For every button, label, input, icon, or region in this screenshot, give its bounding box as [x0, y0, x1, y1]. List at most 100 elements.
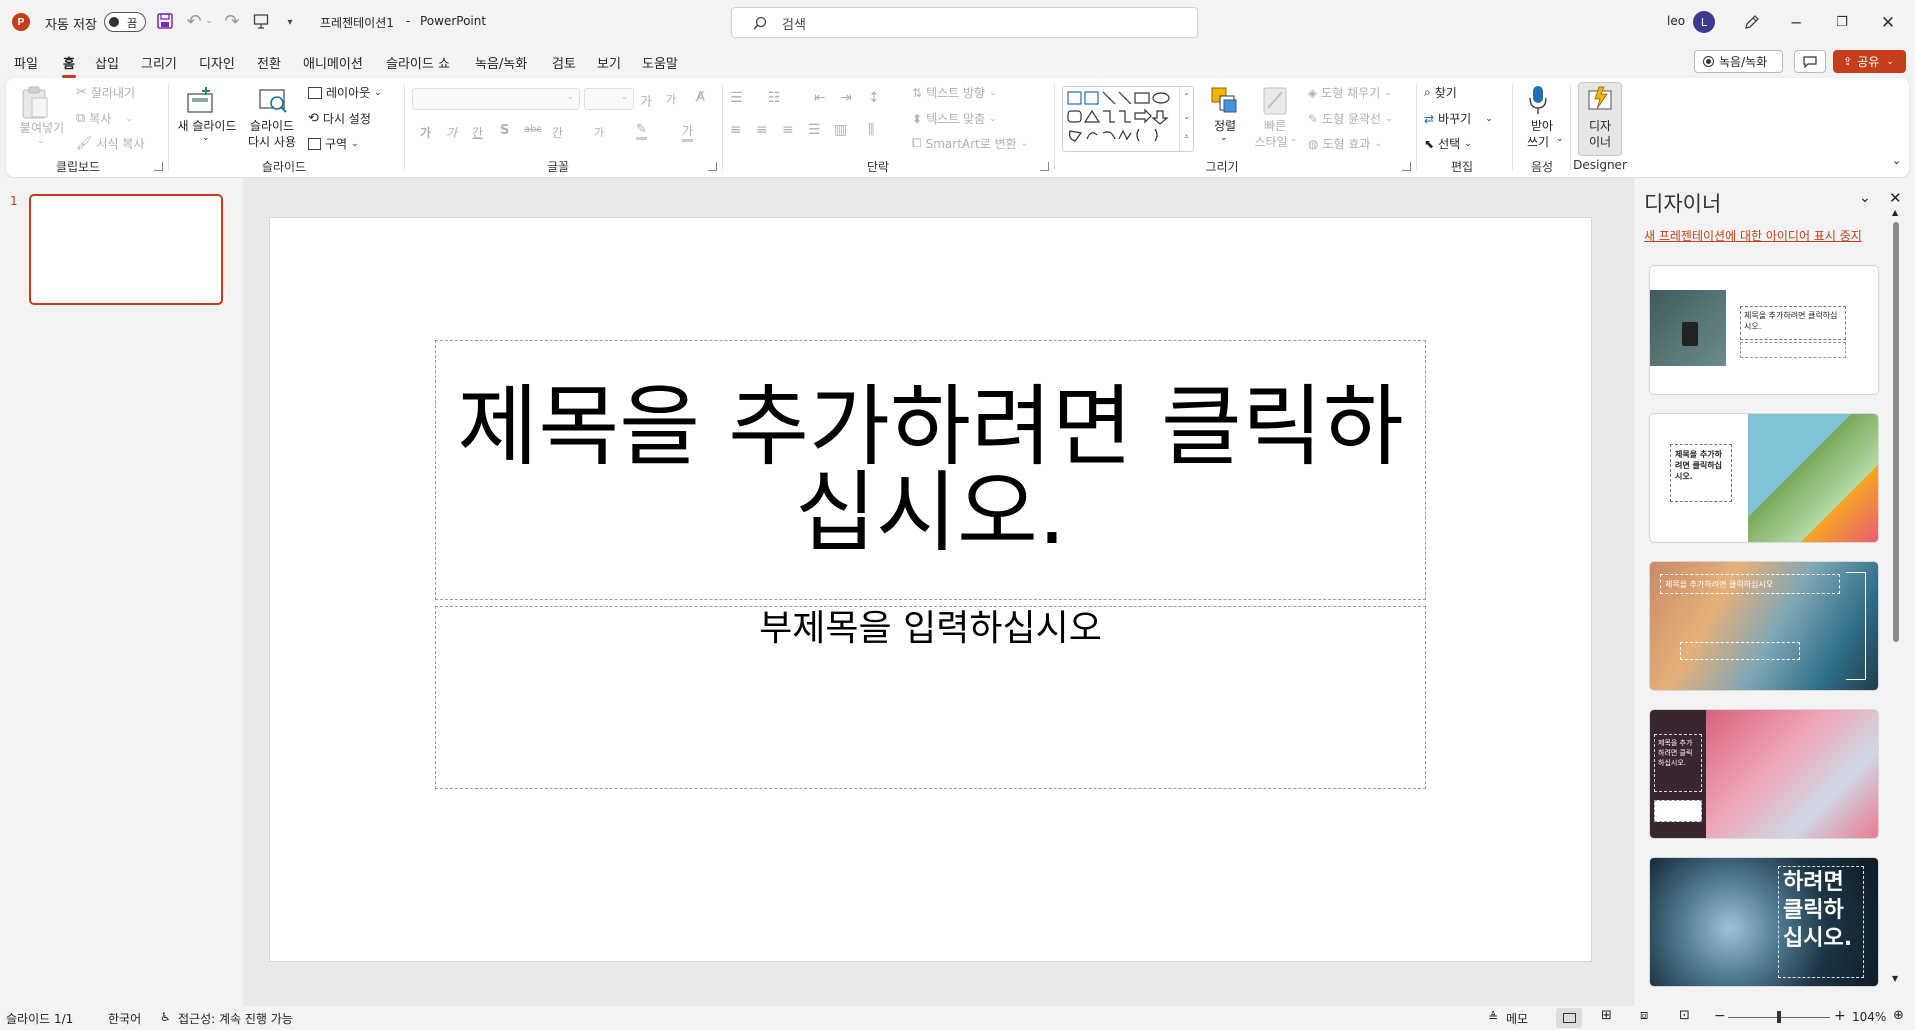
paragraph-launcher-icon[interactable] — [1040, 162, 1049, 171]
zoom-slider-thumb[interactable] — [1777, 1011, 1781, 1023]
cut-button[interactable]: ✂ 잘라내기 — [76, 84, 135, 101]
line-spacing-icon[interactable]: ↕ — [868, 90, 880, 106]
user-name[interactable]: leo — [1667, 14, 1685, 28]
highlight-icon[interactable]: ✎ — [636, 122, 647, 140]
accessibility-status[interactable]: 접근성: 계속 진행 가능 — [178, 1010, 293, 1027]
scroll-up-icon[interactable]: ▲ — [1892, 208, 1898, 217]
underline-button[interactable]: 간 — [472, 124, 483, 141]
format-painter-button[interactable]: 🖌 서식 복사 — [76, 135, 145, 152]
font-name-select[interactable]: ⌄ — [412, 88, 580, 110]
zoom-in-icon[interactable]: + — [1834, 1008, 1846, 1024]
bold-button[interactable]: 가 — [420, 124, 431, 141]
design-idea-4[interactable]: 제목을 추가하려면 클릭하십시오. — [1650, 710, 1878, 838]
clipboard-launcher-icon[interactable] — [154, 162, 163, 171]
align-center-icon[interactable]: ≡ — [756, 122, 768, 138]
increase-indent-icon[interactable]: ⇥ — [840, 90, 852, 106]
close-button[interactable]: ✕ — [1865, 0, 1911, 45]
bullets-icon[interactable]: ☰ — [730, 90, 743, 106]
smartart-button[interactable]: ⧠ SmartArt로 변환 ⌄ — [912, 135, 1028, 152]
stop-ideas-link[interactable]: 새 프레젠테이션에 대한 아이디어 표시 중지 — [1644, 227, 1862, 244]
shape-effects-button[interactable]: ◍ 도형 효과 ⌄ — [1308, 135, 1382, 152]
avatar[interactable]: L — [1693, 11, 1715, 33]
font-launcher-icon[interactable] — [708, 162, 717, 171]
tab-insert[interactable]: 삽입 — [95, 53, 119, 72]
tab-home[interactable]: 홈 — [62, 53, 76, 78]
undo-icon[interactable]: ↶ — [184, 11, 204, 32]
tab-animations[interactable]: 애니메이션 — [303, 53, 363, 72]
columns-icon[interactable]: ▥ — [834, 122, 847, 138]
fit-slide-icon[interactable]: ⊕ — [1893, 1008, 1904, 1023]
tab-draw[interactable]: 그리기 — [141, 53, 177, 72]
slide-sorter-icon[interactable]: ⊞ — [1601, 1008, 1612, 1023]
search-box[interactable]: 검색 — [731, 7, 1198, 38]
subtitle-placeholder[interactable]: 부제목을 입력하십시오 — [435, 606, 1426, 789]
align-left-icon[interactable]: ≡ — [730, 122, 742, 138]
zoom-level[interactable]: 104% — [1852, 1010, 1886, 1024]
italic-button[interactable]: 가 — [446, 124, 457, 141]
tab-file[interactable]: 파일 — [14, 53, 38, 72]
customize-qat-icon[interactable]: ▾ — [282, 14, 298, 30]
undo-dropdown-icon[interactable]: ⌄ — [204, 14, 214, 28]
tab-record[interactable]: 녹음/녹화 — [475, 53, 527, 72]
find-button[interactable]: ⌕ 찾기 — [1424, 84, 1457, 101]
align-dropdown-icon[interactable]: ⫼ — [868, 122, 874, 138]
font-color-button[interactable]: 가 — [682, 122, 694, 142]
reset-button[interactable]: ⟲ 다시 설정 — [308, 110, 371, 127]
tab-view[interactable]: 보기 — [597, 53, 621, 72]
layout-button[interactable]: 레이아웃 ⌄ — [308, 84, 382, 101]
autosave-toggle[interactable]: 끔 — [104, 12, 146, 32]
present-icon[interactable] — [252, 12, 270, 30]
shape-outline-button[interactable]: ✎ 도형 윤곽선 ⌄ — [1308, 110, 1393, 127]
gallery-scroll[interactable]: ⌃ ⌄ ⩡ — [1179, 87, 1193, 151]
design-idea-1[interactable]: 제목을 추가하려면 클릭하십시오. — [1650, 266, 1878, 394]
designer-scrollbar[interactable]: ▲ ▼ — [1892, 208, 1900, 988]
change-case-button[interactable]: 가 — [594, 124, 604, 140]
shapes-gallery[interactable]: ⌃ ⌄ ⩡ — [1062, 86, 1194, 152]
clear-format-button[interactable]: A̸ — [696, 90, 705, 105]
align-right-icon[interactable]: ≡ — [782, 122, 794, 138]
document-title[interactable]: 프레젠테이션1 — [320, 14, 394, 31]
decrease-indent-icon[interactable]: ⇤ — [814, 90, 826, 106]
redo-icon[interactable]: ↷ — [222, 11, 242, 32]
reading-view-icon[interactable]: ⧈ — [1640, 1008, 1648, 1023]
drawing-launcher-icon[interactable] — [1402, 162, 1411, 171]
collapse-ribbon-icon[interactable]: ⌄ — [1892, 154, 1901, 167]
record-button[interactable]: 녹음/녹화 — [1694, 50, 1783, 73]
numbering-icon[interactable]: ☷ — [768, 90, 781, 106]
slide[interactable]: 제목을 추가하려면 클릭하십시오. 부제목을 입력하십시오 — [270, 218, 1591, 961]
tab-transitions[interactable]: 전환 — [257, 53, 281, 72]
select-button[interactable]: ⬉ 선택 ⌄ — [1424, 135, 1472, 152]
grow-font-button[interactable]: 가 — [640, 91, 652, 110]
normal-view-button[interactable] — [1556, 1008, 1582, 1028]
tab-review[interactable]: 검토 — [552, 53, 576, 72]
pen-icon[interactable] — [1741, 11, 1763, 33]
title-placeholder[interactable]: 제목을 추가하려면 클릭하십시오. — [435, 340, 1426, 600]
tab-slideshow[interactable]: 슬라이드 쇼 — [386, 53, 450, 72]
tab-design[interactable]: 디자인 — [199, 53, 235, 72]
copy-button[interactable]: ⧉ 복사 ⌄ — [76, 110, 133, 127]
justify-icon[interactable]: ☰ — [808, 122, 821, 138]
align-text-button[interactable]: ⬍ 텍스트 맞춤 ⌄ — [912, 110, 997, 127]
design-idea-3[interactable]: 제목을 추가하려면 클릭하십시오 — [1650, 562, 1878, 690]
scroll-thumb[interactable] — [1893, 222, 1899, 642]
font-size-select[interactable]: ⌄ — [584, 88, 634, 110]
shrink-font-button[interactable]: 가 — [666, 91, 676, 107]
minimize-button[interactable]: ─ — [1773, 0, 1819, 45]
zoom-out-icon[interactable]: − — [1714, 1008, 1726, 1024]
save-icon[interactable] — [156, 12, 174, 30]
language[interactable]: 한국어 — [108, 1010, 141, 1027]
slideshow-icon[interactable]: ⊡ — [1679, 1008, 1690, 1023]
section-button[interactable]: 구역 ⌄ — [308, 135, 359, 152]
notes-button[interactable]: 메모 — [1506, 1010, 1528, 1027]
slide-thumbnail[interactable] — [29, 194, 223, 305]
shadow-button[interactable]: S — [500, 123, 509, 138]
tab-help[interactable]: 도움말 — [642, 53, 678, 72]
designer-close-icon[interactable]: ✕ — [1889, 189, 1902, 207]
comments-button[interactable] — [1794, 50, 1826, 73]
design-idea-2[interactable]: 제목을 추가하려면 클릭하십시오. — [1650, 414, 1878, 542]
strikethrough-button[interactable]: abc — [524, 124, 542, 135]
design-idea-5[interactable]: 하려면 클릭하십시오. — [1650, 858, 1878, 986]
shape-fill-button[interactable]: ◈ 도형 채우기 ⌄ — [1308, 84, 1392, 101]
restore-button[interactable]: ❐ — [1819, 0, 1865, 45]
designer-collapse-icon[interactable]: ⌄ — [1859, 190, 1871, 206]
